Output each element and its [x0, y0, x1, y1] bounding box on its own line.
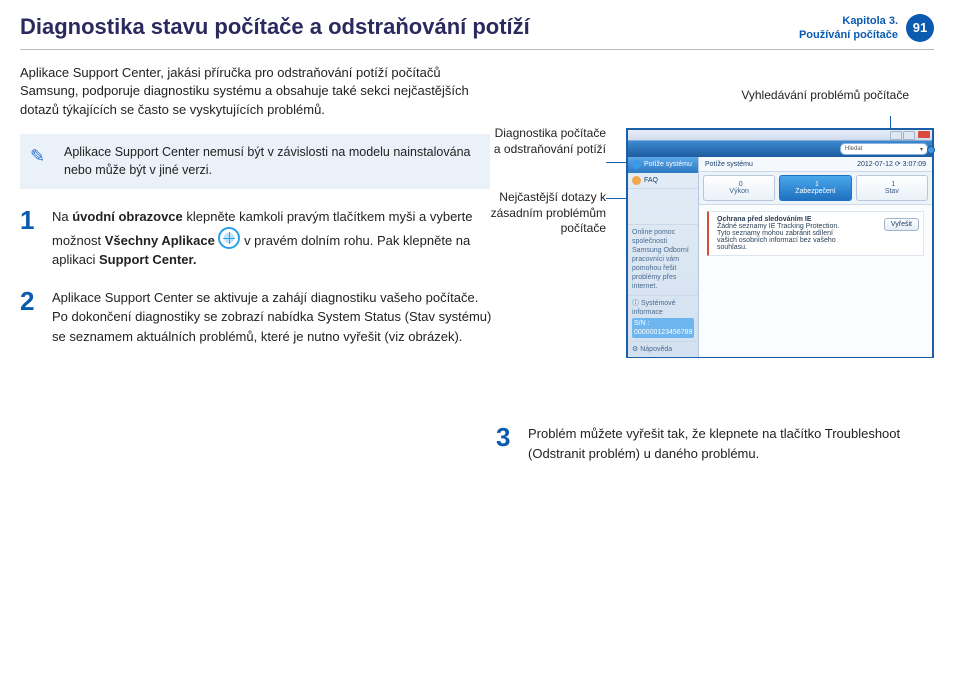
- step-3-body: Problém můžete vyřešit tak, že klepnete …: [528, 424, 940, 463]
- window-toolbar: Hledat▾: [628, 141, 932, 157]
- chapter-line1: Kapitola 3.: [799, 14, 898, 28]
- sidebar-item-system-issues[interactable]: Potíže systému: [628, 157, 698, 173]
- note-box: ✎ Aplikace Support Center nemusí být v z…: [20, 134, 490, 189]
- page-number-badge: 91: [906, 14, 934, 42]
- issue-item: Ochrana před sledováním IE Žádné seznamy…: [707, 211, 924, 256]
- sidebar-help[interactable]: ⚙ Nápověda: [628, 341, 698, 357]
- minimize-button[interactable]: [890, 131, 902, 140]
- sidebar-sysinfo[interactable]: ⓘ Systémové informace S/N : 000000123456…: [628, 295, 698, 341]
- chapter-info: Kapitola 3. Používání počítače 91: [799, 10, 934, 43]
- issue-description: Žádné seznamy IE Tracking Protection. Ty…: [717, 223, 839, 251]
- tab-performance[interactable]: 0 Výkon: [703, 175, 775, 201]
- window-titlebar: [628, 130, 932, 141]
- page-title: Diagnostika stavu počítače a odstraňován…: [20, 14, 530, 40]
- note-text: Aplikace Support Center nemusí být v záv…: [64, 145, 470, 177]
- troubleshoot-button[interactable]: Vyřešit: [884, 218, 919, 231]
- step-2: 2 Aplikace Support Center se aktivuje a …: [20, 288, 492, 347]
- issue-title: Ochrana před sledováním IE: [717, 216, 812, 223]
- system-issues-icon: [632, 160, 641, 169]
- step-1-number: 1: [20, 207, 42, 270]
- faq-icon: [632, 176, 641, 185]
- callout-diagnostics: Diagnostika počítače a odstraňování potí…: [490, 126, 606, 157]
- tab-status[interactable]: 1 Stav: [856, 175, 928, 201]
- close-button[interactable]: [918, 131, 930, 138]
- sidebar-item-faq[interactable]: FAQ: [628, 173, 698, 189]
- header-divider: [20, 49, 934, 50]
- maximize-button[interactable]: [903, 131, 915, 140]
- main-panel-header: Potíže systému 2012-07-12 ⟳ 3:07:09: [699, 157, 932, 172]
- chapter-line2: Používání počítače: [799, 28, 898, 42]
- callout-search: Vyhledávání problémů počítače: [741, 88, 909, 104]
- step-2-number: 2: [20, 288, 42, 347]
- support-center-window: Hledat▾ Potíže systému FAQ Online pomoc …: [626, 128, 934, 358]
- note-icon: ✎: [30, 144, 45, 169]
- search-input[interactable]: Hledat▾: [840, 143, 928, 155]
- step-1-body: Na úvodní obrazovce klepněte kamkoli pra…: [52, 207, 492, 270]
- step-3-number: 3: [496, 424, 518, 463]
- main-panel: Potíže systému 2012-07-12 ⟳ 3:07:09 0 Vý…: [699, 157, 932, 357]
- all-apps-icon: [218, 227, 240, 249]
- tab-security[interactable]: 1 Zabezpečení: [779, 175, 851, 201]
- sidebar: Potíže systému FAQ Online pomoc společno…: [628, 157, 699, 357]
- intro-paragraph: Aplikace Support Center, jakási příručka…: [20, 64, 480, 121]
- sidebar-online-help[interactable]: Online pomoc společnosti Samsung Odborní…: [628, 224, 698, 295]
- step-1: 1 Na úvodní obrazovce klepněte kamkoli p…: [20, 207, 492, 270]
- status-tabs: 0 Výkon 1 Zabezpečení 1 Stav: [699, 172, 932, 205]
- callout-faq: Nejčastější dotazy k zásadním problémům …: [490, 190, 606, 237]
- step-3: 3 Problém můžete vyřešit tak, že klepnet…: [496, 424, 940, 463]
- issue-list: Ochrana před sledováním IE Žádné seznamy…: [699, 205, 932, 357]
- step-2-body: Aplikace Support Center se aktivuje a za…: [52, 288, 492, 347]
